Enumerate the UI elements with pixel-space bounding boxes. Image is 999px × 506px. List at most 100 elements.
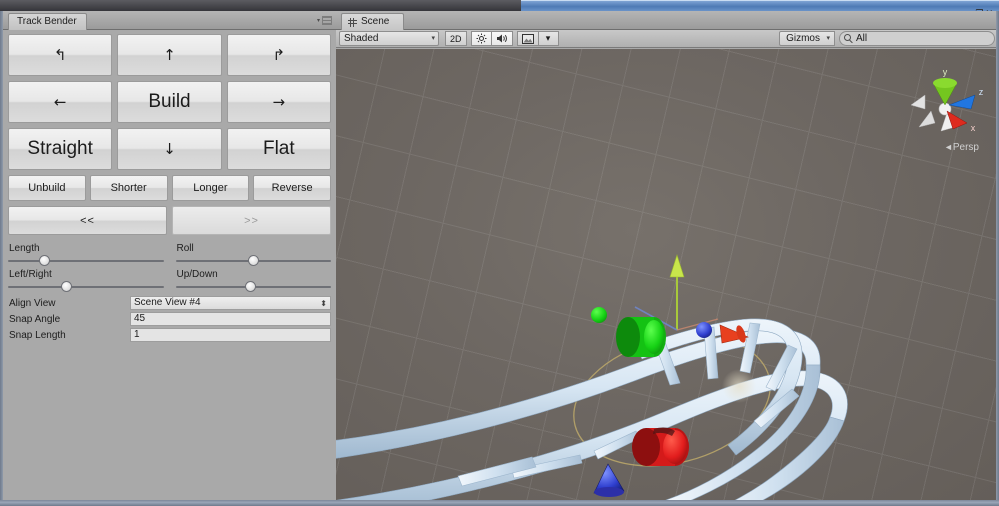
turn-left-button[interactable]: ↰: [8, 34, 113, 76]
effects-toggle-button[interactable]: [516, 31, 539, 46]
up-down-slider[interactable]: [175, 281, 332, 293]
length-slider-knob[interactable]: [38, 255, 50, 266]
gizmos-button[interactable]: Gizmos ▾: [779, 31, 835, 46]
slider-row-1: Length Roll: [8, 241, 331, 267]
scene-toolbar-right: Gizmos ▾ All: [779, 31, 999, 46]
z-axis-label: z: [979, 87, 984, 97]
audio-toggle-button[interactable]: [490, 31, 513, 46]
pivot-sphere-blue: [696, 322, 712, 338]
y-axis-cone-base: [933, 78, 957, 88]
scene-panel: Scene Shaded ▾ 2D ▾ Gizmos ▾ All y z x ◄…: [336, 11, 999, 500]
tab-scene[interactable]: Scene: [341, 13, 405, 30]
toggle-2d-button[interactable]: 2D: [445, 31, 467, 46]
roll-slider-knob[interactable]: [248, 255, 260, 266]
turn-right-button[interactable]: ↱: [226, 34, 331, 76]
draw-mode-value: Shaded: [344, 33, 379, 44]
y-axis-arrowhead: [669, 254, 685, 278]
snap-angle-field[interactable]: 45: [130, 312, 331, 326]
speaker-icon: [496, 34, 507, 43]
track-bender-body: ↰ ↑ ↱ ← Build → Straight ↓ Flat Unbuild …: [3, 30, 336, 342]
left-right-slider[interactable]: [8, 281, 164, 293]
align-view-label: Align View: [9, 297, 56, 309]
next-button: >>: [172, 206, 331, 235]
build-button[interactable]: Build: [117, 81, 222, 123]
titlebar-left-segment: [0, 0, 521, 11]
chevron-down-icon: ▾: [316, 18, 320, 24]
snap-length-field[interactable]: 1: [130, 328, 331, 342]
scene-tabstrip: Scene: [336, 11, 999, 30]
left-right-slider-group: Left/Right: [8, 267, 164, 293]
button-row-3: Straight ↓ Flat: [8, 128, 331, 170]
halo-handle: [722, 369, 756, 403]
chevron-down-icon: ▾: [826, 35, 830, 42]
snap-length-value: 1: [134, 329, 140, 340]
lighting-toggle-button[interactable]: [470, 31, 492, 46]
scene-tab-label: Scene: [361, 16, 390, 27]
shorter-button[interactable]: Shorter: [89, 175, 168, 201]
search-value: All: [856, 33, 868, 44]
chevron-down-icon: ▾: [431, 35, 435, 42]
up-down-slider-group: Up/Down: [175, 267, 332, 293]
length-slider-label: Length: [9, 243, 40, 254]
y-axis-label: y: [943, 67, 948, 77]
flat-button[interactable]: Flat: [226, 128, 331, 170]
roll-slider[interactable]: [175, 255, 332, 267]
gizmos-label: Gizmos: [786, 33, 820, 44]
slider-row-2: Left/Right Up/Down: [8, 267, 331, 293]
button-row-1: ↰ ↑ ↱: [8, 34, 331, 76]
prev-button[interactable]: <<: [8, 206, 167, 235]
left-tabstrip: Track Bender ▾: [3, 11, 336, 30]
scene-viewport[interactable]: y z x ◄Persp: [336, 49, 999, 500]
scene-toolbar: Shaded ▾ 2D ▾ Gizmos ▾ All: [336, 30, 999, 48]
scene-axis-gizmo[interactable]: y z x ◄Persp: [901, 61, 987, 153]
up-button[interactable]: ↑: [117, 34, 222, 76]
left-button[interactable]: ←: [8, 81, 113, 123]
projection-label[interactable]: ◄Persp: [944, 142, 979, 153]
left-right-slider-knob[interactable]: [60, 281, 72, 292]
image-icon: [521, 33, 534, 44]
left-right-slider-label: Left/Right: [9, 269, 52, 280]
length-slider-group: Length: [8, 241, 164, 267]
fields-group: Align View Scene View #4 ⬍ Snap Angle 45…: [8, 296, 331, 342]
snap-angle-row: Snap Angle 45: [8, 312, 331, 326]
search-input[interactable]: All: [839, 31, 995, 46]
align-view-value: Scene View #4: [134, 297, 201, 308]
button-row-4: Unbuild Shorter Longer Reverse: [8, 175, 331, 201]
straight-button[interactable]: Straight: [8, 128, 113, 170]
align-view-row: Align View Scene View #4 ⬍: [8, 296, 331, 310]
roll-slider-group: Roll: [175, 241, 332, 267]
up-down-slider-knob[interactable]: [245, 281, 257, 292]
tab-track-bender[interactable]: Track Bender: [8, 13, 87, 30]
handle-cylinder-green: [616, 317, 666, 357]
projection-caret-icon: ◄: [943, 142, 953, 152]
up-down-slider-label: Up/Down: [176, 269, 218, 280]
scene-contents: [336, 254, 848, 500]
handle-cone-blue: [593, 463, 625, 497]
length-slider[interactable]: [8, 255, 164, 267]
handle-cylinder-red-scene: [632, 427, 689, 466]
snap-length-row: Snap Length 1: [8, 328, 331, 342]
effects-dropdown-button[interactable]: ▾: [537, 31, 559, 46]
panel-menu-icon[interactable]: ▾: [317, 16, 332, 25]
unity-editor-window: ❐✕ ▾▤ Track Bender ▾ ↰ ↑ ↱ ← Build →: [0, 0, 999, 506]
hamburger-icon: [322, 16, 332, 25]
snap-length-label: Snap Length: [9, 329, 66, 341]
longer-button[interactable]: Longer: [171, 175, 250, 201]
window-titlebar: [0, 0, 999, 11]
window-left-border: [0, 11, 3, 506]
right-button[interactable]: →: [226, 81, 331, 123]
unbuild-button[interactable]: Unbuild: [8, 175, 86, 201]
button-row-2: ← Build →: [8, 81, 331, 123]
window-bottom-border: [0, 500, 999, 506]
draw-mode-popup[interactable]: Shaded ▾: [339, 31, 439, 46]
align-view-popup[interactable]: Scene View #4 ⬍: [130, 296, 331, 310]
z-axis-cone: [948, 94, 976, 110]
roll-slider-label: Roll: [176, 243, 194, 254]
search-icon: [844, 34, 851, 41]
track-bender-panel: Track Bender ▾ ↰ ↑ ↱ ← Build → Straight: [0, 11, 336, 500]
reverse-button[interactable]: Reverse: [253, 175, 331, 201]
down-button[interactable]: ↓: [117, 128, 222, 170]
x-axis-label: x: [971, 123, 976, 133]
handle-sphere-green: [591, 307, 607, 323]
grid-icon: [348, 17, 357, 27]
